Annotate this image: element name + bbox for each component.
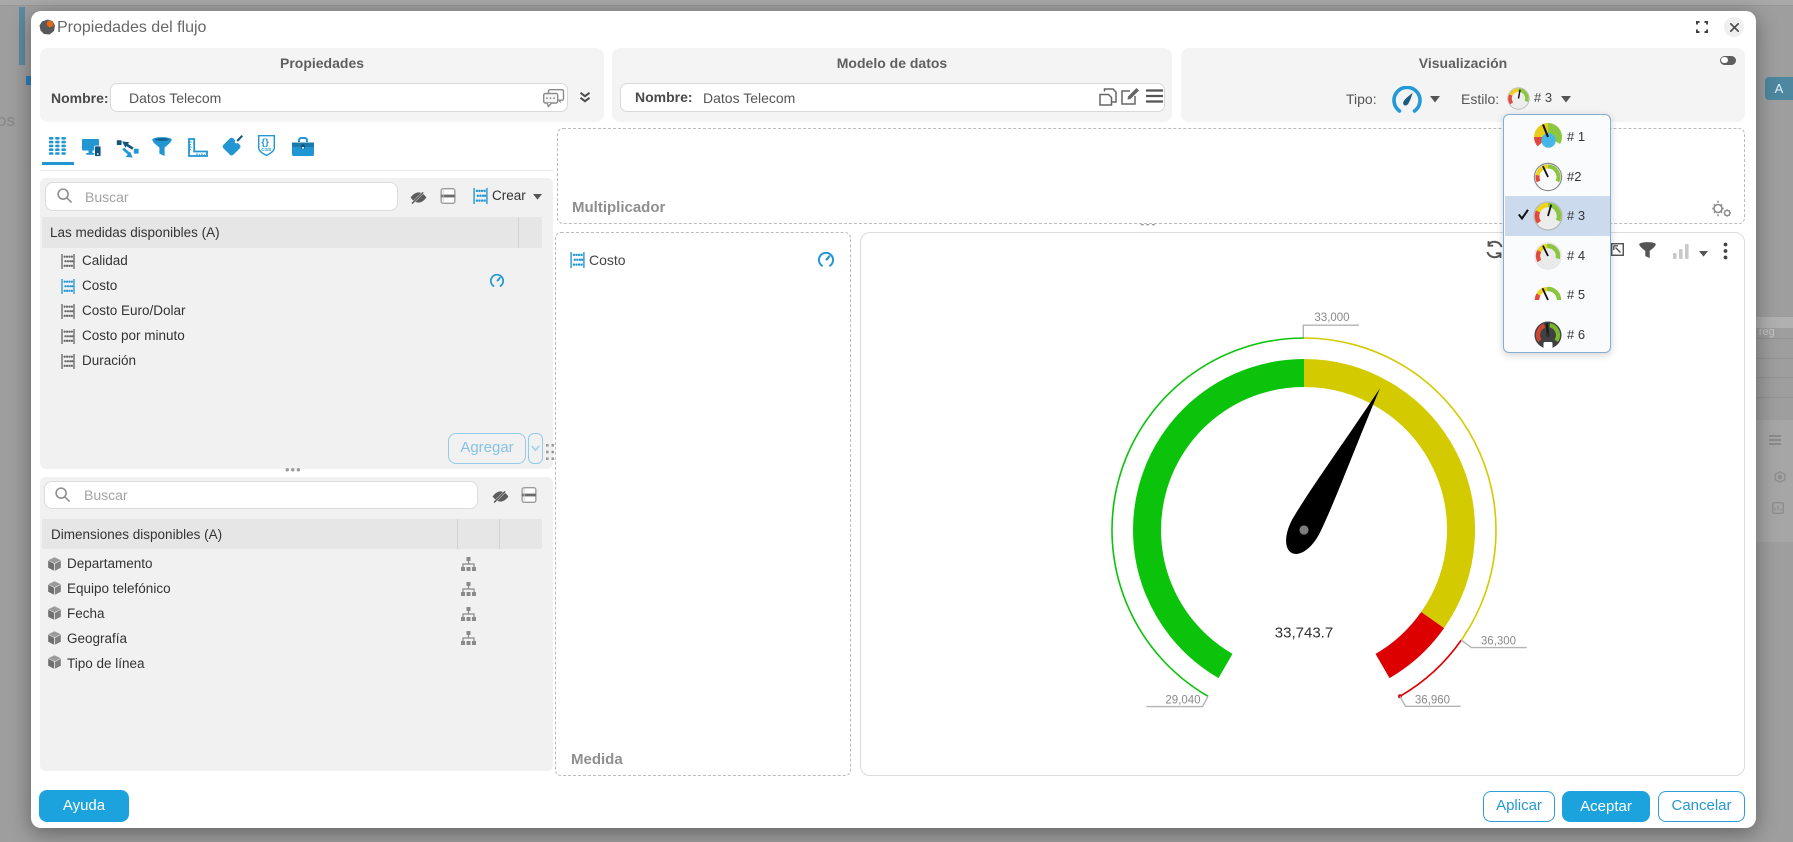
svg-text:33,743.7: 33,743.7 <box>1275 625 1333 642</box>
svg-text:29,040: 29,040 <box>1165 695 1200 707</box>
svg-text:{}: {} <box>261 137 269 148</box>
svg-text:CSS: CSS <box>261 147 272 153</box>
svg-text:36,960: 36,960 <box>1415 694 1450 706</box>
svg-text:33,000: 33,000 <box>1314 312 1349 324</box>
svg-text:36,300: 36,300 <box>1481 636 1516 648</box>
